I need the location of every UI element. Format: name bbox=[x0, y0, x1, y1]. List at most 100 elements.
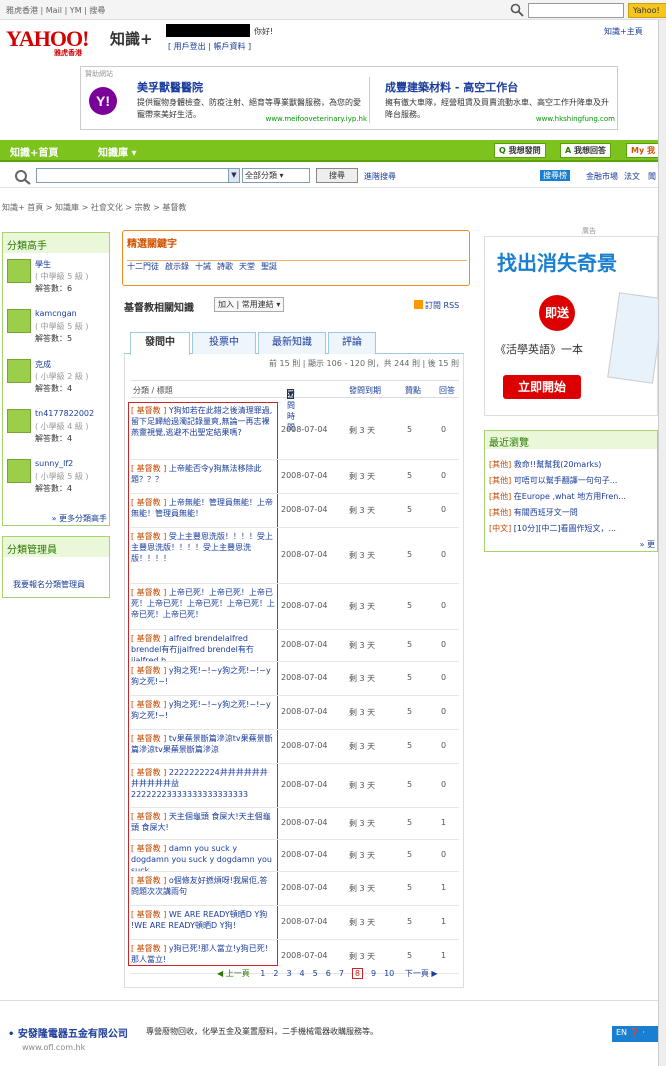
question-title[interactable]: [ 基督教 ] o個條友好撚煩呀!我屌佢,答問題次次講雨句 bbox=[131, 875, 275, 897]
related-link[interactable]: 聞 bbox=[648, 171, 656, 182]
keyword-link[interactable]: 十誡 bbox=[195, 262, 211, 271]
question-category[interactable]: [ 基督教 ] bbox=[131, 498, 166, 507]
footer-ad-url[interactable]: www.ofl.com.hk bbox=[22, 1043, 85, 1052]
page-link[interactable]: 3 bbox=[286, 969, 291, 978]
page-link[interactable]: 10 bbox=[384, 969, 394, 978]
recent-more-link[interactable]: » 更 bbox=[640, 539, 655, 550]
my-button[interactable]: My 我 bbox=[626, 143, 660, 158]
recent-text[interactable]: 可唔可以幫手翻譯一句句子... bbox=[514, 476, 618, 485]
recent-text[interactable]: 救命!!幫幫我(20marks) bbox=[514, 460, 602, 469]
keyword-link[interactable]: 天堂 bbox=[239, 262, 255, 271]
expert-item[interactable]: 克成 ( 小學級 2 級 ) 解答數：4 bbox=[7, 359, 107, 407]
start-now-button[interactable]: 立即開始 bbox=[503, 375, 581, 399]
ask-question-button[interactable]: Q 我想發問 bbox=[494, 143, 546, 158]
avatar[interactable] bbox=[7, 409, 31, 433]
keyword-link[interactable]: 詩歌 bbox=[217, 262, 233, 271]
question-category[interactable]: [ 基督教 ] bbox=[131, 588, 166, 597]
question-category[interactable]: [ 基督教 ] bbox=[131, 532, 166, 541]
question-category[interactable]: [ 基督教 ] bbox=[131, 734, 166, 743]
sort-icon[interactable]: ▼ bbox=[287, 389, 295, 399]
question-title[interactable]: [ 基督教 ] tv果蕪景斷篇滲涼tv果蕪景斷篇滲涼tv果蕪景斷篇滲涼 bbox=[131, 733, 275, 755]
nav-library[interactable]: 知識庫 ▾ bbox=[98, 144, 137, 159]
recent-text[interactable]: 有關西班牙文一問 bbox=[514, 508, 578, 517]
question-category[interactable]: [ 基督教 ] bbox=[131, 944, 166, 953]
rss-link[interactable]: 訂閱 RSS bbox=[414, 300, 459, 311]
related-link[interactable]: 金融市場 bbox=[586, 171, 618, 182]
answer-question-button[interactable]: A 我想回答 bbox=[560, 143, 611, 158]
search-button[interactable]: 搜尋 bbox=[316, 168, 358, 183]
expert-name[interactable]: tn4177822002 bbox=[35, 409, 94, 418]
keyword-link[interactable]: 十二門徒 bbox=[127, 262, 159, 271]
expert-item[interactable]: 學生 ( 中學級 5 級 ) 解答數：6 bbox=[7, 259, 107, 307]
question-title[interactable]: [ 基督教 ] y狗已死!那人當立!y狗已死!那人當立! bbox=[131, 943, 275, 965]
recent-item[interactable]: [中文] [10分][中二]看圖作短文，... bbox=[489, 523, 655, 534]
recent-item[interactable]: [其他] 在Europe ,what 地方用Fren... bbox=[489, 491, 655, 502]
recent-item[interactable]: [其他] 救命!!幫幫我(20marks) bbox=[489, 459, 655, 470]
question-category[interactable]: [ 基督教 ] bbox=[131, 910, 166, 919]
scrollbar[interactable] bbox=[658, 20, 666, 1066]
expert-name[interactable]: 克成 bbox=[35, 359, 51, 370]
question-category[interactable]: [ 基督教 ] bbox=[131, 406, 166, 415]
search-input[interactable] bbox=[36, 168, 230, 183]
user-links[interactable]: [ 用戶登出 | 帳戶資料 ] bbox=[168, 41, 251, 52]
ad-url[interactable]: www.hkshingfung.com bbox=[536, 115, 615, 123]
ad-title[interactable]: 成豐建築材料 - 高空工作台 bbox=[385, 79, 615, 95]
sponsor-ad-1[interactable]: 美孚獸醫醫院 提供寵物身體檢查、防疫注射、絕育等專業獸醫服務，為您的愛寵帶來美好… bbox=[137, 79, 367, 123]
question-title[interactable]: [ 基督教 ] 上帝能否令y狗無法移除此題？？？ bbox=[131, 463, 275, 485]
recent-text[interactable]: 在Europe ,what 地方用Fren... bbox=[514, 492, 626, 501]
english-ad[interactable]: 找出消失奇景 即送 《活學英語》一本 立即開始 bbox=[484, 236, 665, 416]
col-due[interactable]: 發問到期 bbox=[349, 385, 381, 396]
question-title[interactable]: [ 基督教 ] WE ARE READY頓晒D Y狗 !WE ARE READY… bbox=[131, 909, 275, 931]
question-category[interactable]: [ 基督教 ] bbox=[131, 464, 166, 473]
tab-voting[interactable]: 投票中 bbox=[192, 332, 256, 354]
recent-item[interactable]: [其他] 可唔可以幫手翻譯一句句子... bbox=[489, 475, 655, 486]
ad-title[interactable]: 美孚獸醫醫院 bbox=[137, 79, 367, 95]
add-to-favorites-button[interactable]: 加入 | 常用連結 ▾ bbox=[214, 297, 285, 312]
page-link[interactable]: 2 bbox=[273, 969, 278, 978]
question-category[interactable]: [ 基督教 ] bbox=[131, 700, 166, 709]
col-answers[interactable]: 回答 bbox=[439, 385, 455, 396]
question-category[interactable]: [ 基督教 ] bbox=[131, 876, 166, 885]
question-category[interactable]: [ 基督教 ] bbox=[131, 634, 166, 643]
manager-signup-link[interactable]: 我要報名分類管理員 bbox=[13, 579, 85, 590]
related-link[interactable]: 法文 bbox=[624, 171, 640, 182]
question-title[interactable]: [ 基督教 ] damn you suck y dogdamn you suck… bbox=[131, 843, 275, 871]
question-title[interactable]: [ 基督教 ] y狗之死!~!~y狗之死!~!~y狗之死!~! bbox=[131, 699, 275, 721]
ad-url[interactable]: www.meifooveterinary.iyp.hk bbox=[266, 115, 367, 123]
page-link[interactable]: 6 bbox=[326, 969, 331, 978]
top-search-button[interactable]: Yahoo! bbox=[628, 3, 666, 18]
footer-ad-title[interactable]: • 安發隆電器五金有限公司 bbox=[8, 1025, 128, 1040]
question-title[interactable]: [ 基督教 ] 受上主豐恩洗版！！！！受上主豐恩洗版！！！！受上主豐恩洗版！！！… bbox=[131, 531, 275, 564]
tab-latest[interactable]: 最新知識 bbox=[258, 332, 326, 354]
page-link[interactable]: 4 bbox=[300, 969, 305, 978]
col-points[interactable]: 贊點 bbox=[405, 385, 421, 396]
page-link[interactable]: 9 bbox=[371, 969, 376, 978]
question-title[interactable]: [ 基督教 ] 上帝已死！上帝已死！上帝已死！上帝已死！上帝已死！上帝已死！上帝… bbox=[131, 587, 275, 620]
expert-name[interactable]: 學生 bbox=[35, 259, 51, 270]
keyword-link[interactable]: 聖誕 bbox=[261, 262, 277, 271]
question-title[interactable]: [ 基督教 ] 上帝無能！管理員無能！上帝無能！管理員無能！ bbox=[131, 497, 275, 519]
search-rank-tag[interactable]: 搜尋榜 bbox=[540, 170, 570, 181]
breadcrumb[interactable]: 知識+ 首頁 > 知識庫 > 社會文化 > 宗教 > 基督教 bbox=[2, 202, 186, 213]
pager-top[interactable]: 前 15 則 | 顯示 106 - 120 則，共 244 則 | 後 15 則 bbox=[269, 358, 459, 369]
expert-name[interactable]: kamcngan bbox=[35, 309, 77, 318]
chevron-down-icon[interactable]: ▼ bbox=[228, 168, 240, 183]
page-link[interactable]: 7 bbox=[339, 969, 344, 978]
prev-page-link[interactable]: ◀ 上一頁 bbox=[217, 969, 250, 978]
avatar[interactable] bbox=[7, 359, 31, 383]
top-links[interactable]: 雅虎香港 | Mail | YM | 搜尋 bbox=[6, 5, 105, 16]
sponsor-ad-2[interactable]: 成豐建築材料 - 高空工作台 擁有徹大車隊，經營租賃及買賣流動水車、高空工作升降… bbox=[385, 79, 615, 123]
page-link[interactable]: 5 bbox=[313, 969, 318, 978]
expert-name[interactable]: sunny_lf2 bbox=[35, 459, 73, 468]
question-category[interactable]: [ 基督教 ] bbox=[131, 768, 166, 777]
expert-item[interactable]: kamcngan ( 中學級 5 級 ) 解答數：5 bbox=[7, 309, 107, 357]
expert-item[interactable]: tn4177822002 ( 小學級 4 級 ) 解答數：4 bbox=[7, 409, 107, 457]
keyword-link[interactable]: 啟示錄 bbox=[165, 262, 189, 271]
question-category[interactable]: [ 基督教 ] bbox=[131, 812, 166, 821]
question-category[interactable]: [ 基督教 ] bbox=[131, 666, 166, 675]
avatar[interactable] bbox=[7, 309, 31, 333]
avatar[interactable] bbox=[7, 259, 31, 283]
page-link[interactable]: 1 bbox=[260, 969, 265, 978]
question-title[interactable]: [ 基督教 ] 天主個龜頭 食屎大!天主個龜頭 食屎大! bbox=[131, 811, 275, 833]
recent-text[interactable]: [10分][中二]看圖作短文，... bbox=[514, 524, 616, 533]
